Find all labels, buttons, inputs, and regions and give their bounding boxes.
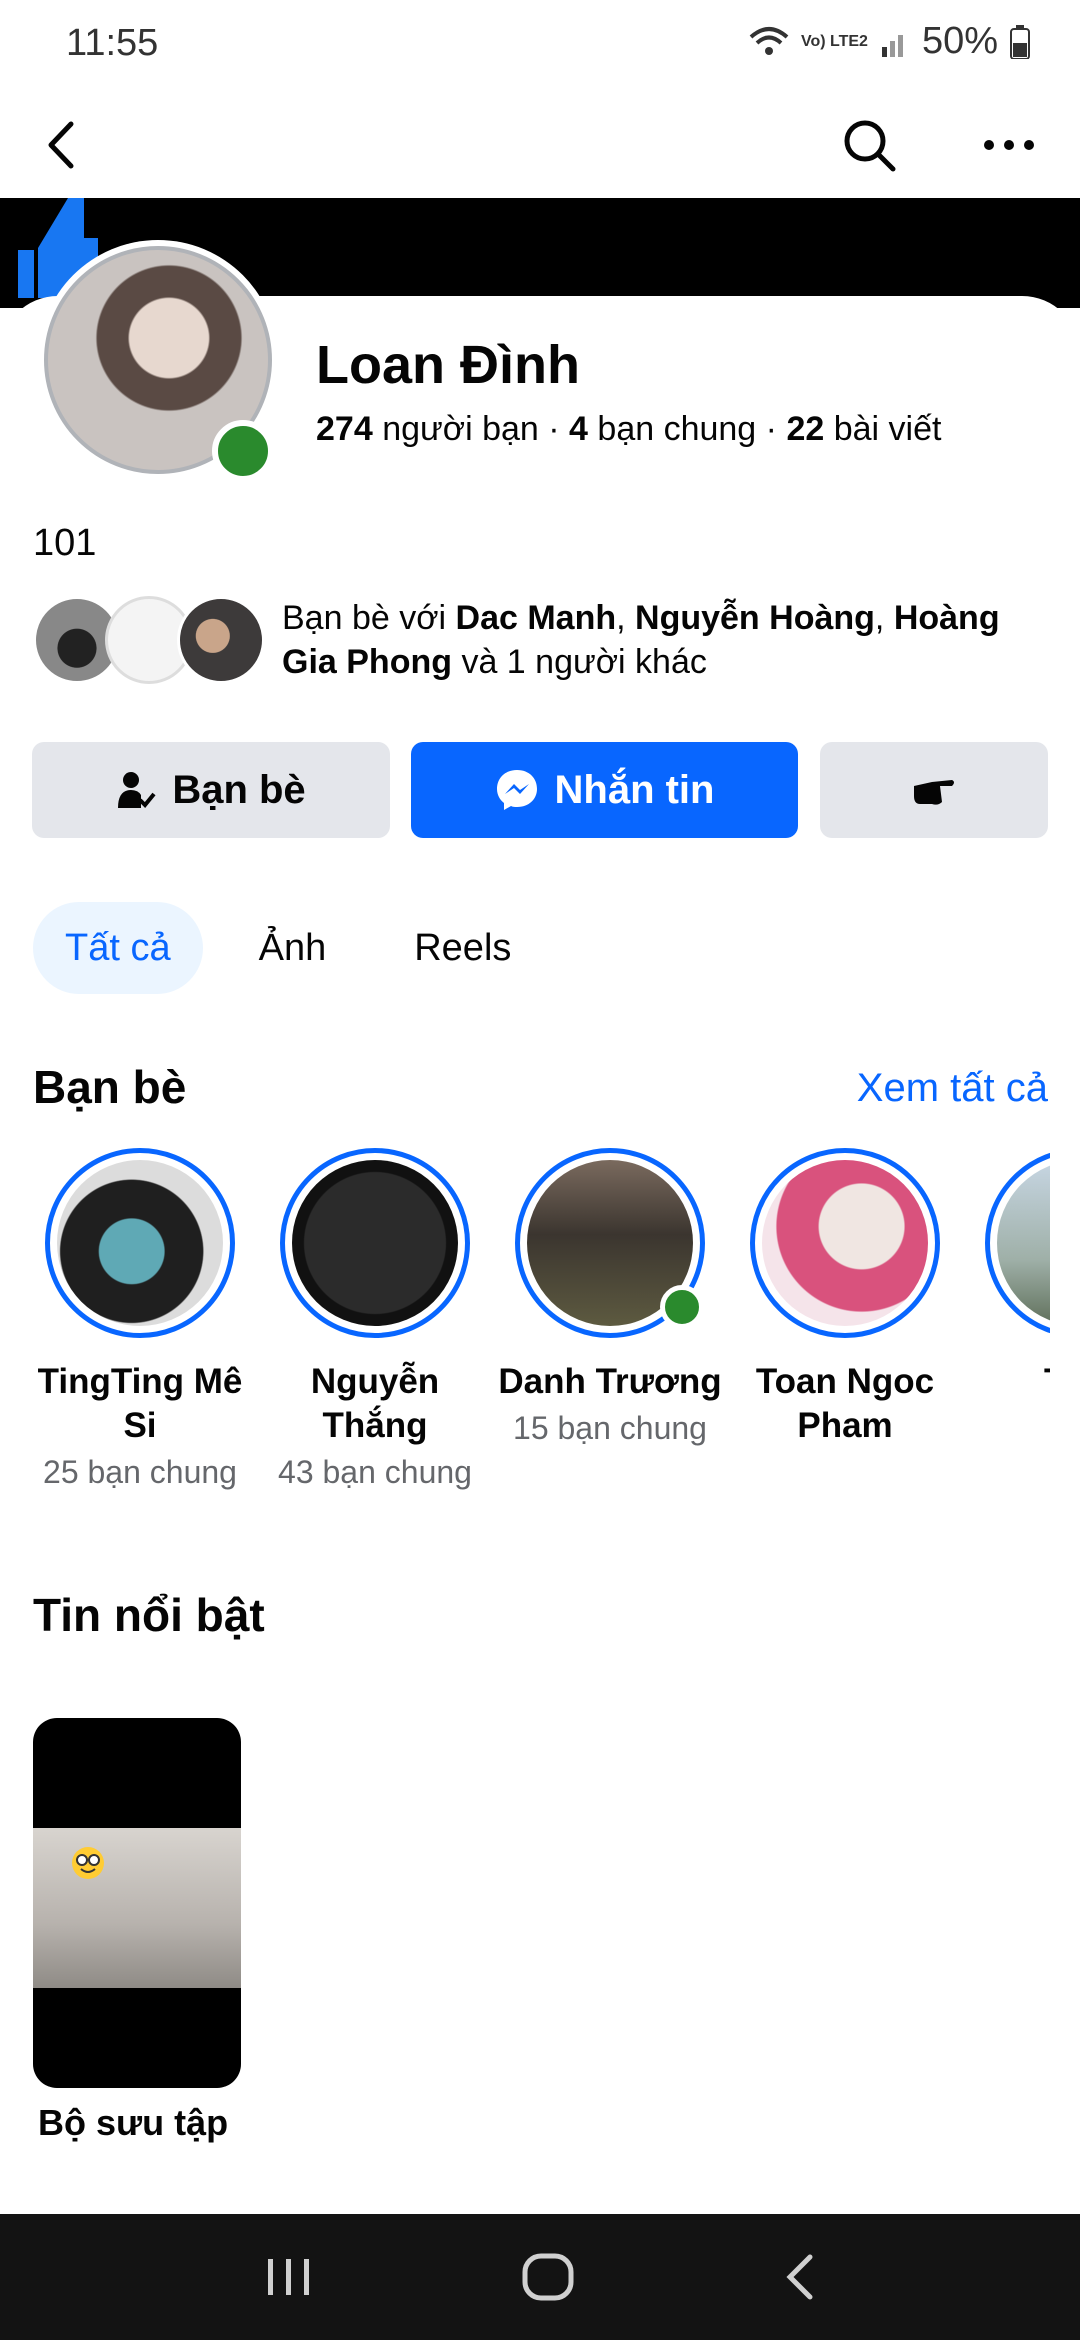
status-icons: Vo) LTE2 50% (749, 20, 1030, 63)
profile-name: Loan Đình (316, 335, 580, 395)
posts-label: bài viết (833, 410, 942, 448)
mutual-friend-avatars[interactable] (33, 596, 273, 686)
friend-card[interactable]: Toan Ngoc Pham (727, 1148, 963, 1454)
profile-stats: 274 người bạn · 4 bạn chung · 22 bài viế… (316, 410, 941, 449)
messenger-icon (496, 770, 537, 810)
friend-check-icon (118, 772, 156, 808)
friends-label: người bạn (382, 410, 539, 448)
online-status-dot (660, 1285, 704, 1329)
battery-icon (1010, 24, 1030, 59)
friend-name: TingTing Mê Si (37, 1362, 243, 1445)
poke-button[interactable] (820, 742, 1048, 838)
friend-avatar (750, 1148, 940, 1338)
wifi-icon (749, 26, 789, 55)
friend-name: Nguyễn Thắng (310, 1362, 440, 1445)
mutual-friends-text[interactable]: Bạn bè với Dac Manh, Nguyễn Hoàng, Hoàng… (282, 596, 1062, 684)
see-all-friends-link[interactable]: Xem tất cả (857, 1066, 1048, 1111)
nerd-emoji-icon (72, 1847, 104, 1879)
search-icon (844, 120, 896, 172)
friend-avatar (45, 1148, 235, 1338)
friend-avatar (985, 1148, 1050, 1338)
message-button[interactable]: Nhắn tin (411, 742, 798, 838)
search-button[interactable] (834, 110, 904, 180)
friend-card[interactable]: Tâm 5 bạ (962, 1148, 1050, 1447)
friends-carousel: TingTing Mê Si 25 bạn chung Nguyễn Thắng… (0, 1148, 1050, 1518)
battery-percent: 50% (921, 20, 998, 62)
back-arrow-icon (48, 121, 74, 169)
friend-name: Tâm (962, 1360, 1050, 1404)
friend-photo (762, 1160, 928, 1326)
friend-photo (57, 1160, 223, 1326)
friend-card[interactable]: Nguyễn Thắng 43 bạn chung (257, 1148, 493, 1491)
friend-card[interactable]: TingTing Mê Si 25 bạn chung (22, 1148, 258, 1491)
friends-count: 274 (316, 410, 373, 448)
friend-mutual-count: 25 bạn chung (43, 1454, 237, 1490)
posts-count: 22 (786, 410, 825, 448)
tab-reels[interactable]: Reels (382, 902, 543, 994)
friend-name: Danh Trương (498, 1362, 722, 1401)
friend-mutual-count: 5 bạ (962, 1410, 1050, 1447)
separator-dot: · (765, 410, 787, 448)
message-button-label: Nhắn tin (554, 767, 715, 812)
mutual-friend-name: Nguyễn Hoàng (635, 599, 875, 637)
friend-mutual-count: 15 bạn chung (513, 1410, 707, 1446)
friend-card[interactable]: Danh Trương 15 bạn chung (492, 1148, 728, 1447)
tab-all[interactable]: Tất cả (33, 902, 203, 994)
status-bar: 11:55 Vo) LTE2 50% (0, 0, 1080, 90)
more-options-button[interactable] (974, 110, 1044, 180)
highlight-photo (33, 1828, 241, 1988)
friends-section-title: Bạn bè (33, 1061, 187, 1113)
mutual-label: bạn chung (597, 410, 757, 448)
friend-avatar (515, 1148, 705, 1338)
mutual-prefix: Bạn bè với (282, 599, 447, 637)
signal-icon (881, 34, 903, 57)
separator-dot: · (548, 410, 570, 448)
friend-photo (997, 1160, 1050, 1326)
friend-name: Toan Ngoc Pham (755, 1362, 935, 1445)
mutual-friend-name: Dac Manh (455, 599, 617, 637)
online-status-dot (212, 420, 274, 482)
back-button[interactable] (26, 110, 96, 180)
friend-photo (292, 1160, 458, 1326)
mutual-count: 4 (569, 410, 588, 448)
network-label: Vo) LTE2 (800, 32, 868, 50)
mutual-suffix: và 1 người khác (461, 643, 707, 681)
profile-bio: 101 (33, 522, 97, 564)
highlight-card[interactable] (33, 1718, 241, 2088)
recent-apps-icon[interactable] (264, 2257, 314, 2297)
home-icon[interactable] (522, 2253, 574, 2301)
friend-mutual-count: 43 bạn chung (278, 1454, 472, 1490)
friends-button[interactable]: Bạn bè (32, 742, 390, 838)
back-nav-icon[interactable] (782, 2254, 816, 2300)
profile-tabs: Tất cả Ảnh Reels (33, 902, 567, 994)
system-nav-bar (0, 2214, 1080, 2340)
friends-button-label: Bạn bè (172, 767, 306, 812)
tab-photos[interactable]: Ảnh (227, 902, 359, 994)
poke-hand-icon (914, 780, 954, 805)
more-dots-icon (984, 140, 1034, 150)
top-app-bar (0, 90, 1080, 198)
mutual-avatar (177, 596, 265, 684)
highlight-label: Bộ sưu tập (38, 2102, 229, 2143)
friend-avatar (280, 1148, 470, 1338)
status-time: 11:55 (66, 22, 159, 64)
highlights-section-title: Tin nổi bật (33, 1589, 265, 1641)
